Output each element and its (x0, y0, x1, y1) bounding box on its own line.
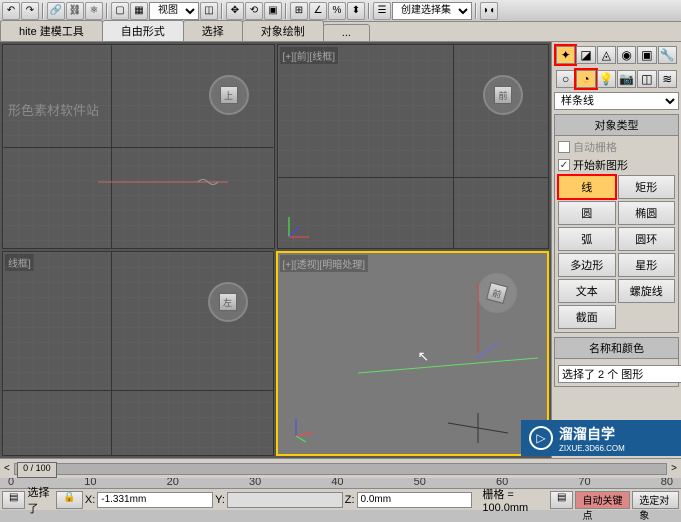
display-tab[interactable]: ▣ (637, 46, 656, 64)
bind-button[interactable]: ⚛ (85, 2, 103, 20)
utilities-tab[interactable]: 🔧 (658, 46, 677, 64)
play-icon: ▷ (529, 426, 553, 450)
time-slider[interactable]: 0 / 100 (14, 463, 667, 475)
geometry-subtab[interactable]: ○ (556, 70, 575, 88)
rotate-button[interactable]: ⟲ (245, 2, 263, 20)
percent-snap-button[interactable]: % (328, 2, 346, 20)
spacewarps-subtab[interactable]: ≋ (658, 70, 677, 88)
tab-select[interactable]: 选择 (183, 20, 243, 41)
rectangle-button[interactable]: 矩形 (618, 175, 676, 199)
startnew-label: 开始新图形 (573, 157, 628, 173)
viewport-left[interactable]: 线框] 左 (2, 251, 274, 456)
star-button[interactable]: 星形 (618, 253, 676, 277)
viewport-top[interactable]: 形色素材软件站 上 (2, 44, 275, 249)
arc-button[interactable]: 弧 (558, 227, 616, 251)
viewcube-front[interactable]: 前 (483, 75, 523, 115)
cameras-subtab[interactable]: 📷 (617, 70, 636, 88)
select-region-button[interactable]: ◫ (200, 2, 218, 20)
helix-button[interactable]: 螺旋线 (618, 279, 676, 303)
lights-subtab[interactable]: 💡 (597, 70, 616, 88)
circle-button[interactable]: 圆 (558, 201, 616, 225)
section-button[interactable]: 截面 (558, 305, 616, 329)
axis-gizmo-icon (284, 212, 314, 242)
mirror-button[interactable]: ◗◖ (480, 2, 498, 20)
startnew-checkbox[interactable]: ✓ (558, 159, 570, 171)
motion-tab[interactable]: ◉ (617, 46, 636, 64)
named-selection-dropdown[interactable]: 创建选择集 (392, 2, 472, 20)
text-button[interactable]: 文本 (558, 279, 616, 303)
autogrid-checkbox[interactable] (558, 141, 570, 153)
viewcube-top[interactable]: 上 (209, 75, 249, 115)
name-color-header[interactable]: 名称和颜色 (554, 337, 679, 359)
time-marker[interactable]: 0 / 100 (17, 462, 57, 478)
axis-gizmo-icon (288, 414, 318, 444)
autogrid-label: 自动栅格 (573, 139, 617, 155)
helpers-subtab[interactable]: ◫ (637, 70, 656, 88)
donut-button[interactable]: 圆环 (618, 227, 676, 251)
undo-button[interactable]: ↶ (2, 2, 20, 20)
tab-freeform[interactable]: 自由形式 (102, 20, 184, 41)
viewport-front[interactable]: [+][前][线框] 前 (277, 44, 550, 249)
unlink-button[interactable]: ⛓ (66, 2, 84, 20)
angle-snap-button[interactable]: ∠ (309, 2, 327, 20)
view-dropdown[interactable]: 视图 (149, 2, 199, 20)
spinner-snap-button[interactable]: ⬍ (347, 2, 365, 20)
viewport-perspective[interactable]: [+][透视][明暗处理] 前 ↖ (276, 251, 550, 456)
ellipse-button[interactable]: 椭圆 (618, 201, 676, 225)
ngon-button[interactable]: 多边形 (558, 253, 616, 277)
named-sel-button[interactable]: ☰ (373, 2, 391, 20)
object-name-input[interactable] (558, 365, 681, 383)
timeline[interactable]: < 0 / 100 > (0, 458, 681, 478)
scale-button[interactable]: ▣ (264, 2, 282, 20)
viewport-persp-label: [+][透视][明暗处理] (280, 255, 369, 272)
viewcube-left[interactable]: 左 (208, 282, 248, 322)
link-button[interactable]: 🔗 (47, 2, 65, 20)
move-button[interactable]: ✥ (226, 2, 244, 20)
create-tab[interactable]: ✦ (556, 46, 575, 64)
cursor-icon: ↖ (418, 348, 430, 365)
hierarchy-tab[interactable]: ◬ (597, 46, 616, 64)
tab-more[interactable]: ... (323, 24, 370, 41)
tab-modeling[interactable]: hite 建模工具 (0, 20, 103, 41)
category-dropdown[interactable]: 样条线 (554, 92, 679, 110)
tab-paint[interactable]: 对象绘制 (242, 20, 324, 41)
watermark-banner: ▷ 溜溜自学 ZIXUE.3D66.COM (521, 420, 681, 456)
redo-button[interactable]: ↷ (21, 2, 39, 20)
watermark-text: 形色素材软件站 (8, 100, 99, 119)
object-type-header[interactable]: 对象类型 (554, 114, 679, 136)
select-button[interactable]: ▢ (111, 2, 129, 20)
line-button[interactable]: 线 (558, 175, 616, 199)
snap-button[interactable]: ⊞ (290, 2, 308, 20)
filter-button[interactable]: ▦ (130, 2, 148, 20)
perspective-content (328, 273, 550, 443)
modify-tab[interactable]: ◪ (576, 46, 595, 64)
shapes-subtab[interactable]: ◔ (576, 70, 595, 88)
